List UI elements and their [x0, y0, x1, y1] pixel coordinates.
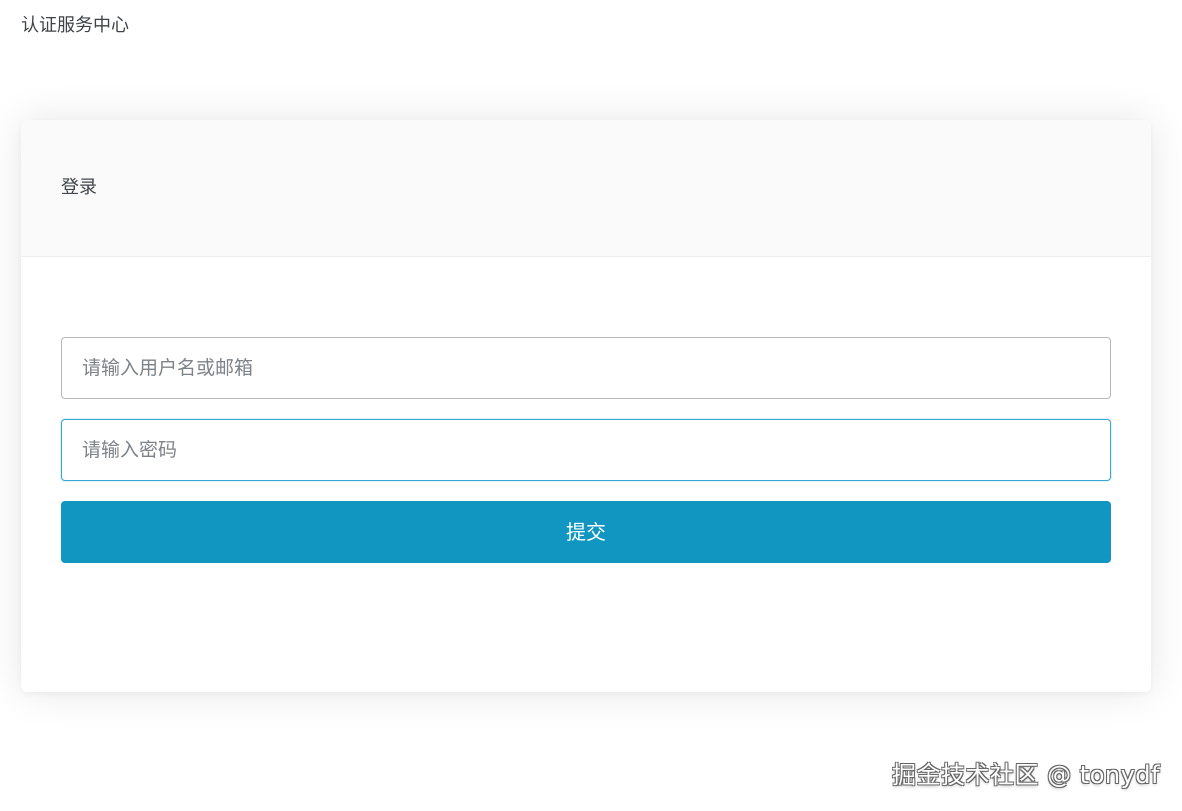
submit-button[interactable]: 提交: [61, 501, 1111, 563]
password-input[interactable]: [61, 419, 1111, 481]
login-title: 登录: [61, 177, 97, 198]
watermark-text: 掘金技术社区 @ tonydf: [892, 761, 1160, 789]
login-card-header: 登录: [21, 120, 1151, 257]
login-card: 登录 提交: [21, 120, 1151, 692]
site-title: 认证服务中心: [21, 15, 129, 36]
username-input[interactable]: [61, 337, 1111, 399]
